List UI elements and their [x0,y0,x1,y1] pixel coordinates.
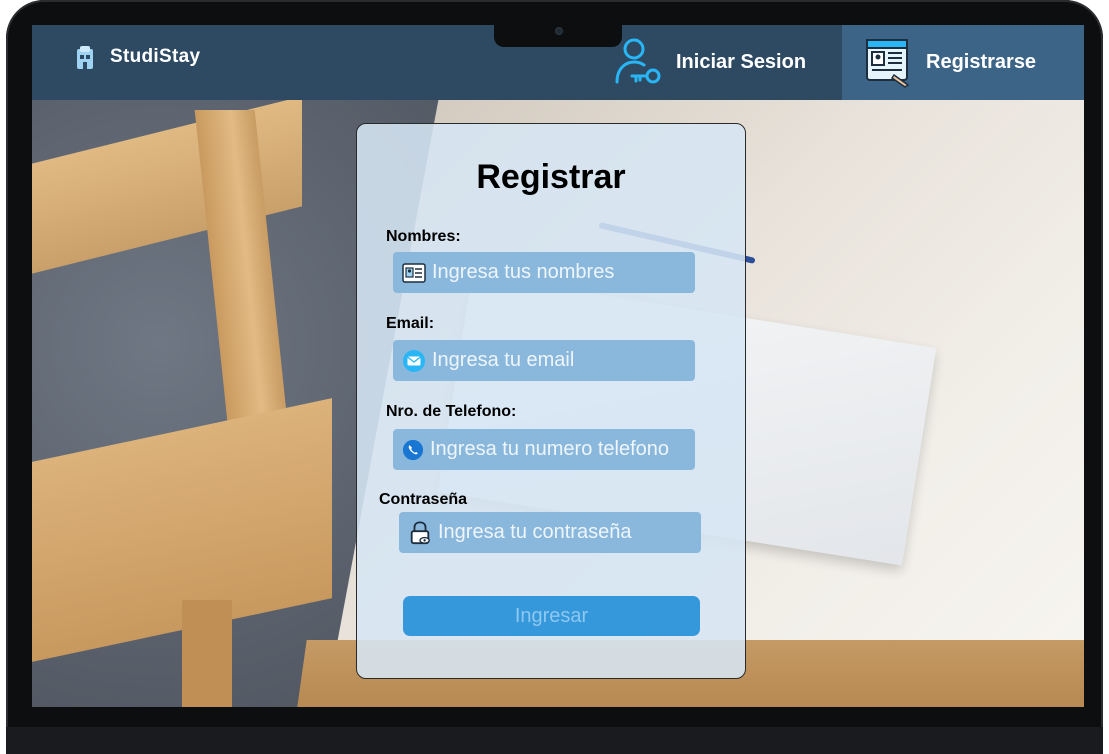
camera-icon [555,27,563,35]
email-input[interactable] [432,349,682,372]
id-card-icon [402,262,426,283]
login-nav-button[interactable]: Iniciar Sesion [612,31,806,93]
laptop-notch [494,25,622,47]
phone-icon [402,439,424,460]
email-field[interactable] [393,340,695,381]
names-field[interactable] [393,252,695,293]
user-key-icon [615,38,661,84]
lock-icon [410,520,430,544]
login-label: Iniciar Sesion [676,50,807,73]
laptop-base [6,727,1103,754]
submit-button[interactable]: Ingresar [403,596,700,636]
password-label: Contraseña [379,491,468,508]
registration-form-icon [866,38,910,88]
names-label: Nombres: [386,228,461,245]
building-icon [77,46,93,69]
phone-input[interactable] [430,438,690,461]
phone-field[interactable] [393,429,695,470]
phone-label: Nro. de Telefono: [386,403,517,420]
names-input[interactable] [432,261,682,284]
screen: StudiStay Iniciar Sesion Registrarse Reg… [32,25,1084,707]
password-field[interactable] [399,512,701,553]
form-title: Registrar [476,158,626,196]
password-input[interactable] [438,521,688,544]
register-nav-button[interactable]: Registrarse [842,25,1084,100]
email-label: Email: [386,315,435,332]
register-form-card: Registrar Nombres: Email: Nro. de Telefo… [356,123,746,679]
brand-name: StudiStay [110,46,201,67]
brand-logo[interactable]: StudiStay [74,44,200,70]
envelope-icon [403,349,425,372]
register-label: Registrarse [926,51,1037,73]
